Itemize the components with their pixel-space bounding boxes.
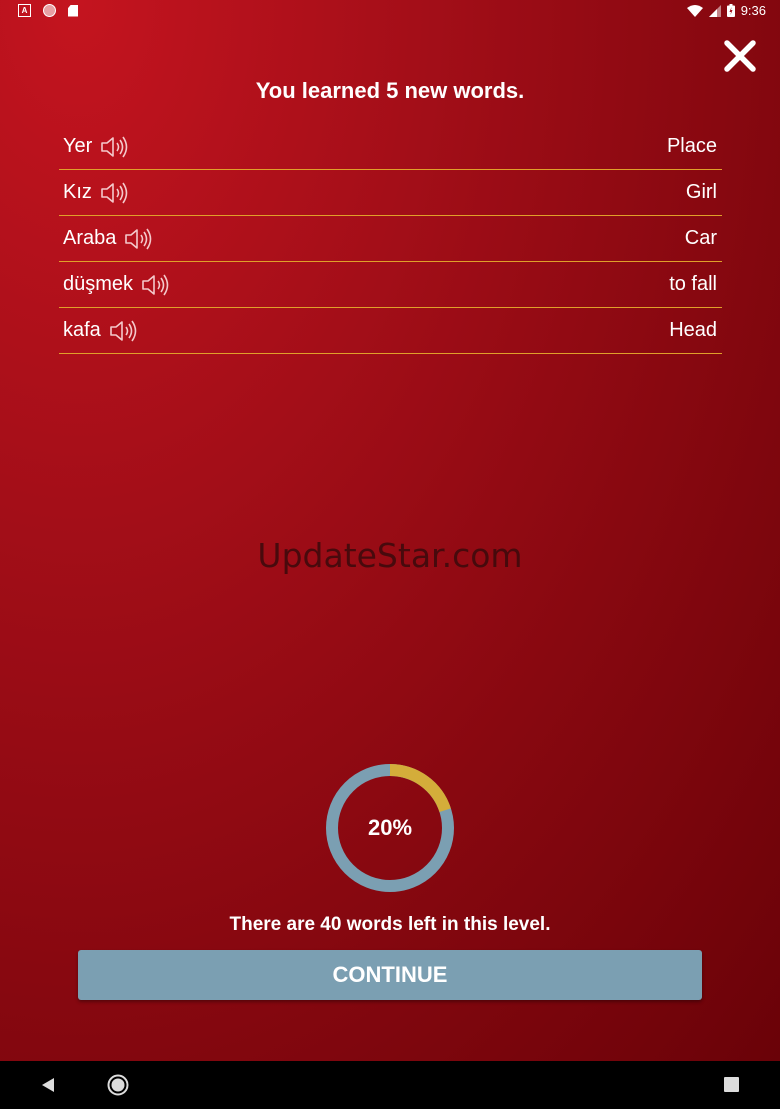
word-summary-screen: A 9:36 You learned 5 new words. Yer Plac…: [0, 0, 780, 1061]
word-translation: Girl: [685, 181, 717, 203]
watermark: UpdateStar.com: [257, 536, 523, 575]
wifi-icon: [686, 4, 703, 17]
speaker-icon[interactable]: [100, 135, 130, 159]
word-translation: Place: [666, 135, 717, 157]
speaker-icon[interactable]: [141, 273, 171, 297]
home-icon[interactable]: [107, 1074, 129, 1096]
word-translation: to fall: [669, 273, 717, 295]
word-term: Kız: [63, 181, 92, 203]
status-bar: A 9:36: [0, 0, 780, 22]
recent-apps-icon[interactable]: [724, 1077, 739, 1092]
word-row: Araba Car: [59, 216, 722, 262]
signal-icon: [708, 4, 721, 17]
word-term: kafa: [63, 319, 101, 341]
word-translation: Head: [669, 319, 717, 341]
learned-words-list: Yer Place Kız Girl Araba Car düşmek to f…: [59, 124, 722, 354]
speaker-icon[interactable]: [124, 227, 154, 251]
word-translation: Car: [684, 227, 717, 249]
back-icon[interactable]: [40, 1077, 56, 1093]
word-row: kafa Head: [59, 308, 722, 354]
close-icon[interactable]: [722, 38, 758, 74]
continue-button[interactable]: CONTINUE: [78, 950, 702, 1000]
summary-title: You learned 5 new words.: [255, 78, 525, 103]
a-box-icon: A: [18, 4, 31, 17]
words-left-message: There are 40 words left in this level.: [229, 914, 551, 935]
progress-percent: 20%: [367, 815, 413, 840]
word-row: Kız Girl: [59, 170, 722, 216]
word-row: düşmek to fall: [59, 262, 722, 308]
battery-icon: [726, 4, 735, 17]
record-icon: [43, 4, 56, 17]
word-term: Araba: [63, 227, 117, 249]
status-time: 9:36: [740, 3, 766, 18]
word-term: düşmek: [63, 273, 134, 295]
navigation-bar: [0, 1061, 780, 1109]
word-row: Yer Place: [59, 124, 722, 170]
speaker-icon[interactable]: [100, 181, 130, 205]
word-term: Yer: [63, 135, 93, 157]
sd-card-icon: [68, 4, 78, 17]
speaker-icon[interactable]: [109, 319, 139, 343]
